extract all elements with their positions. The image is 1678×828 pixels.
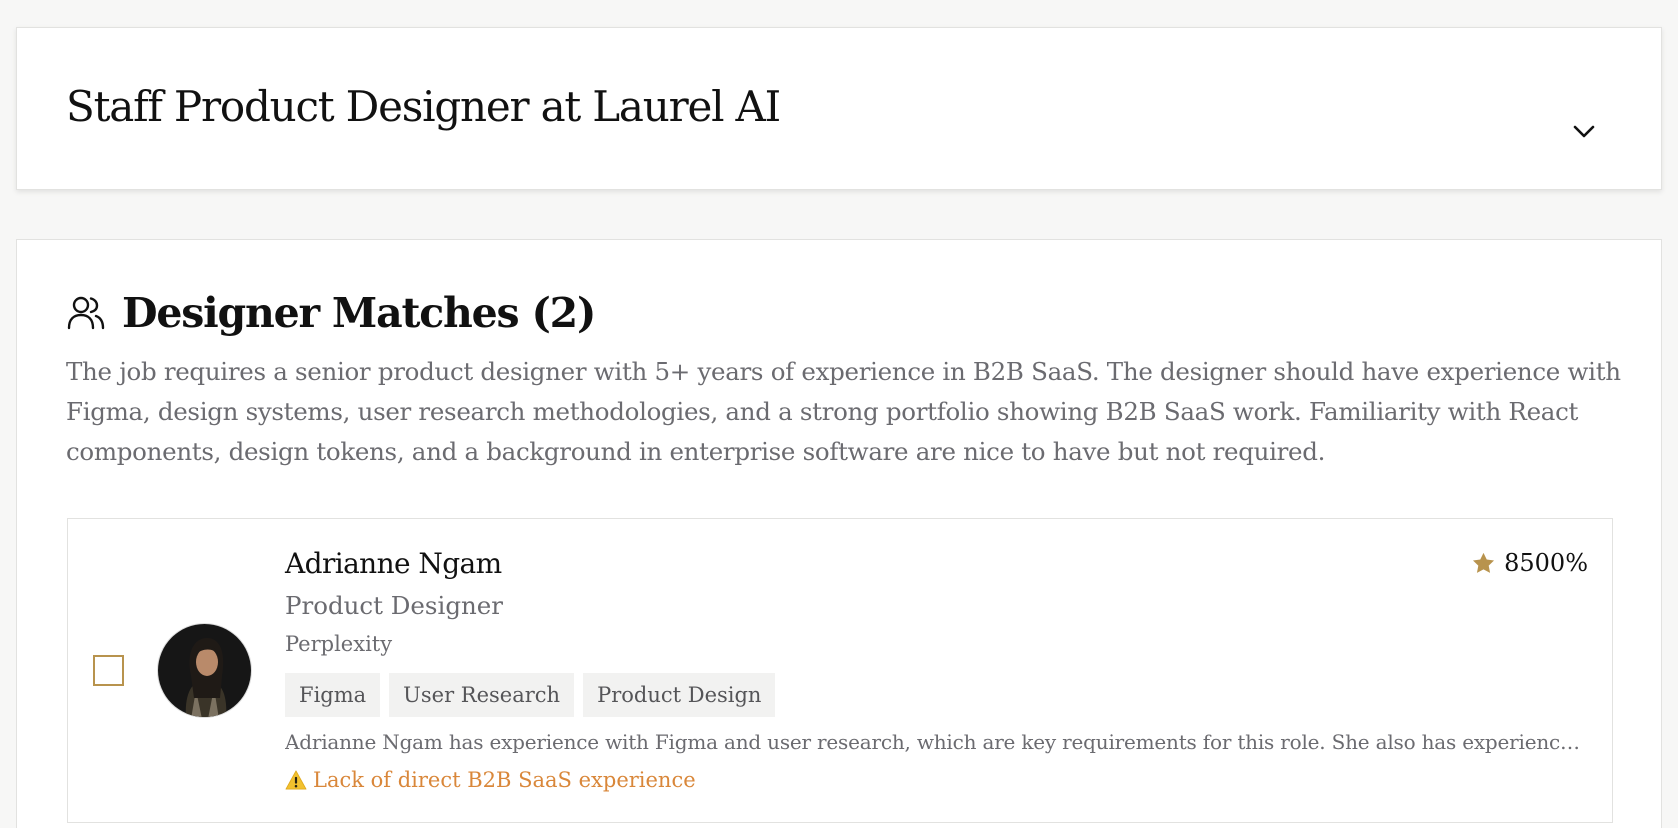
job-requirements-description: The job requires a senior product design…	[66, 357, 1621, 466]
job-title: Staff Product Designer at Laurel AI	[66, 82, 781, 131]
match-score-value: 8500%	[1504, 549, 1588, 577]
skill-tag: User Research	[389, 673, 575, 717]
section-title: Designer Matches (2)	[122, 289, 596, 337]
designer-matches-card: Designer Matches (2) The job requires a …	[16, 239, 1662, 828]
warning-text: Lack of direct B2B SaaS experience	[313, 768, 696, 792]
skill-tags: Figma User Research Product Design	[285, 673, 776, 717]
candidate-warning: Lack of direct B2B SaaS experience	[285, 768, 696, 792]
warning-icon	[285, 770, 307, 790]
avatar	[157, 623, 252, 718]
match-score: 8500%	[1471, 549, 1588, 577]
candidate-select-checkbox[interactable]	[93, 655, 124, 686]
star-icon	[1473, 552, 1495, 573]
skill-tag: Product Design	[583, 673, 776, 717]
candidate-summary: Adrianne Ngam has experience with Figma …	[285, 730, 1590, 754]
candidate-row[interactable]: Adrianne Ngam Product Designer Perplexit…	[67, 518, 1613, 823]
skill-tag: Figma	[285, 673, 381, 717]
candidate-name[interactable]: Adrianne Ngam	[285, 547, 502, 580]
section-header: Designer Matches (2)	[66, 288, 596, 338]
users-icon	[67, 296, 105, 330]
chevron-down-icon[interactable]	[1573, 125, 1595, 139]
job-header-card: Staff Product Designer at Laurel AI	[16, 27, 1662, 190]
candidate-company: Perplexity	[285, 632, 393, 656]
candidate-role: Product Designer	[285, 591, 503, 620]
